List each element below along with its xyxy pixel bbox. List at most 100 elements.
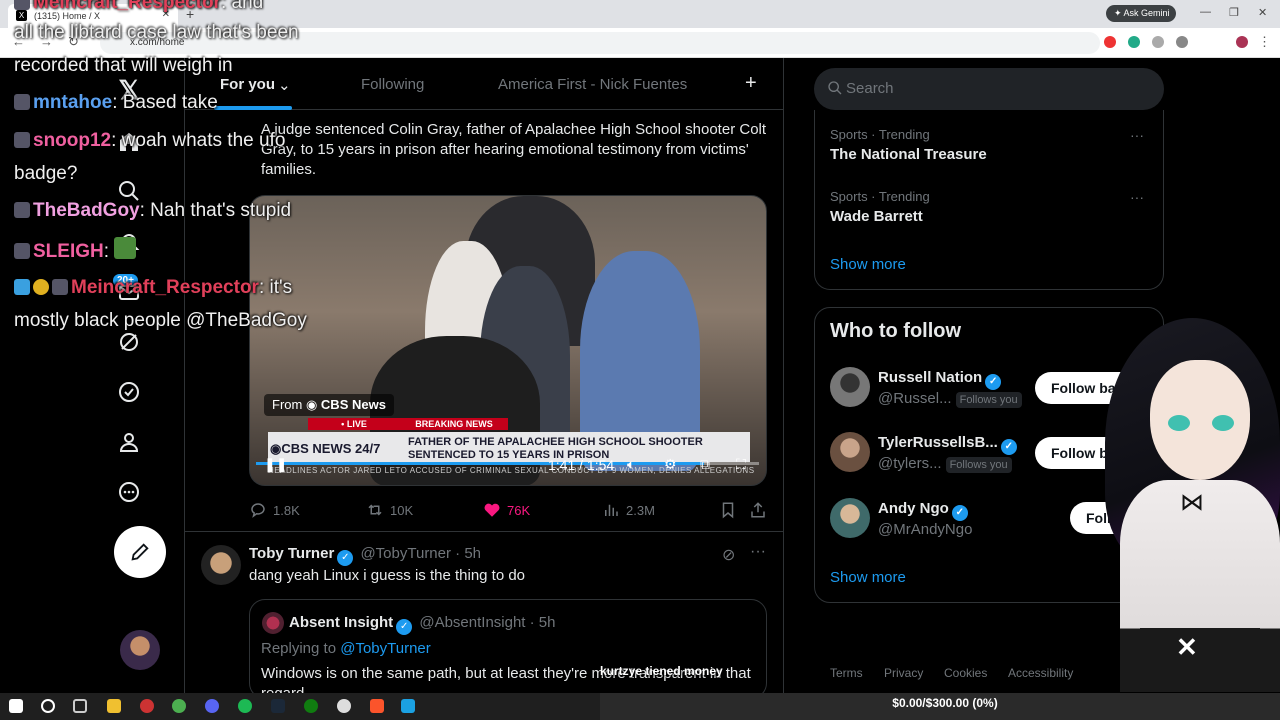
grok-icon[interactable]: ⊘ bbox=[722, 545, 735, 565]
chevron-down-icon[interactable]: ⌄ bbox=[278, 76, 291, 94]
add-tab-icon[interactable]: + bbox=[745, 72, 757, 95]
chat-message: recorded that will weigh in bbox=[14, 55, 233, 76]
footer-privacy-link[interactable]: Privacy bbox=[884, 666, 923, 680]
author-name[interactable]: Toby Turner bbox=[249, 545, 334, 562]
vtuber-eye bbox=[1212, 415, 1234, 431]
heart-icon bbox=[484, 503, 500, 517]
trend-item[interactable]: Wade Barrett bbox=[830, 208, 923, 225]
user-handle: @Russel... Follows you bbox=[878, 390, 1022, 408]
start-menu-icon[interactable] bbox=[9, 699, 23, 713]
user-name[interactable]: Andy Ngo ✓ bbox=[878, 500, 971, 521]
chat-message: SLEIGH: bbox=[14, 237, 139, 263]
bookmark-icon bbox=[722, 502, 734, 519]
show-more-follow-link[interactable]: Show more bbox=[830, 569, 906, 586]
task-view-icon[interactable] bbox=[73, 699, 87, 713]
search-icon[interactable] bbox=[41, 699, 55, 713]
search-input[interactable]: Search bbox=[814, 68, 1164, 110]
like-button[interactable]: 76K bbox=[483, 501, 530, 519]
author-handle[interactable]: @TobyTurner bbox=[360, 545, 451, 562]
repost-button[interactable]: 10K bbox=[366, 501, 413, 519]
app-icon[interactable] bbox=[401, 699, 415, 713]
verified-badge-icon: ✓ bbox=[951, 505, 968, 521]
live-label: • LIVE bbox=[308, 418, 400, 430]
chat-message: snoop12: woah whats the ufo bbox=[14, 130, 285, 152]
window-close-icon[interactable]: ✕ bbox=[1258, 6, 1267, 19]
chat-message: Meincraft_Respector: and bbox=[14, 0, 263, 14]
file-explorer-icon[interactable] bbox=[107, 699, 121, 713]
fullscreen-icon[interactable]: ⛶ bbox=[736, 456, 746, 473]
user-avatar[interactable] bbox=[830, 367, 870, 407]
steam-icon[interactable] bbox=[271, 699, 285, 713]
volume-icon[interactable]: 🔈︎ bbox=[627, 456, 635, 473]
spotify-icon[interactable] bbox=[238, 699, 252, 713]
views-chart-icon bbox=[605, 504, 618, 516]
reply-icon bbox=[251, 503, 265, 518]
verified-badge-icon: ✓ bbox=[337, 550, 354, 566]
repost-icon bbox=[368, 504, 382, 516]
profile-avatar-icon[interactable] bbox=[1236, 36, 1248, 48]
share-button[interactable] bbox=[749, 501, 767, 519]
chat-message: TheBadGoy: Nah that's stupid bbox=[14, 200, 291, 222]
brave-icon[interactable] bbox=[370, 699, 384, 713]
minimize-icon[interactable]: — bbox=[1200, 6, 1211, 18]
more-options-icon[interactable]: ··· bbox=[750, 543, 766, 561]
breaking-news-label: BREAKING NEWS bbox=[400, 418, 508, 430]
news-ticker: HEADLINES ACTOR JARED LETO ACCUSED OF CR… bbox=[268, 466, 755, 475]
tweet-author-avatar[interactable] bbox=[201, 545, 241, 585]
menu-icon[interactable]: ⋮ bbox=[1258, 34, 1271, 50]
tweet-text: A judge sentenced Colin Gray, father of … bbox=[261, 121, 767, 178]
chat-message: Meincraft_Respector: it's bbox=[14, 277, 292, 299]
trend-item[interactable]: The National Treasure bbox=[830, 146, 987, 163]
verified-badge-icon: ✓ bbox=[1000, 439, 1017, 455]
account-avatar[interactable] bbox=[120, 630, 160, 670]
ask-gemini-button[interactable]: ✦ Ask Gemini bbox=[1106, 5, 1176, 22]
chat-message: all the libtard case law that's been bbox=[14, 22, 299, 43]
extensions-puzzle-icon[interactable] bbox=[1176, 36, 1188, 48]
more-icon[interactable] bbox=[115, 478, 143, 506]
app-icon[interactable] bbox=[140, 699, 154, 713]
verified-icon[interactable] bbox=[115, 378, 143, 406]
picture-in-picture-icon[interactable]: ⧉ bbox=[700, 456, 710, 473]
post-compose-button[interactable] bbox=[114, 526, 166, 578]
verified-badge-icon: ✓ bbox=[985, 374, 1002, 390]
user-avatar[interactable] bbox=[830, 432, 870, 472]
trend-category: Sports · Trending bbox=[830, 127, 930, 142]
tab-list[interactable]: America First - Nick Fuentes bbox=[498, 76, 687, 93]
vtuber-avatar-face bbox=[1150, 360, 1250, 480]
user-name[interactable]: TylerRussellsB... ✓ bbox=[878, 434, 1020, 455]
reply-button[interactable]: 1.8K bbox=[249, 501, 300, 519]
footer-terms-link[interactable]: Terms bbox=[830, 666, 863, 680]
chat-message: mntahoe: Based take bbox=[14, 92, 218, 114]
user-avatar[interactable] bbox=[830, 498, 870, 538]
extension-icon[interactable] bbox=[1104, 36, 1116, 48]
extension-icon[interactable] bbox=[1152, 36, 1164, 48]
views-button[interactable]: 2.3M bbox=[602, 501, 655, 519]
tab-for-you[interactable]: For you bbox=[220, 76, 275, 93]
pause-icon[interactable]: ❚❚ bbox=[264, 456, 287, 473]
bookmark-button[interactable] bbox=[719, 501, 737, 519]
quoted-tweet-header: Absent Insight ✓ @AbsentInsight · 5h bbox=[289, 614, 556, 635]
vtuber-x-emblem: ✕ bbox=[1176, 632, 1198, 662]
tweet-time[interactable]: · 5h bbox=[455, 545, 481, 562]
footer-cookies-link[interactable]: Cookies bbox=[944, 666, 987, 680]
chrome-icon[interactable] bbox=[172, 699, 186, 713]
trend-more-icon[interactable]: ··· bbox=[1130, 127, 1144, 143]
grok-icon[interactable] bbox=[115, 328, 143, 356]
tab-following[interactable]: Following bbox=[361, 76, 424, 93]
vtuber-eye bbox=[1168, 415, 1190, 431]
user-name[interactable]: Russell Nation ✓ bbox=[878, 369, 1004, 390]
trend-more-icon[interactable]: ··· bbox=[1130, 189, 1144, 205]
settings-gear-icon[interactable]: ⚙︎ bbox=[664, 456, 677, 473]
tweet-divider bbox=[185, 531, 783, 532]
footer-accessibility-link[interactable]: Accessibility bbox=[1008, 666, 1073, 680]
video-progress-bar[interactable] bbox=[256, 462, 759, 465]
video-source-tag[interactable]: From ◉ CBS News bbox=[264, 394, 394, 416]
profile-icon[interactable] bbox=[115, 428, 143, 456]
donation-goal-bar: $0.00/$300.00 (0%) bbox=[600, 693, 1280, 720]
xbox-icon[interactable] bbox=[304, 699, 318, 713]
discord-icon[interactable] bbox=[205, 699, 219, 713]
extension-icon[interactable] bbox=[1128, 36, 1140, 48]
app-icon[interactable] bbox=[337, 699, 351, 713]
show-more-trends-link[interactable]: Show more bbox=[830, 256, 906, 273]
restore-icon[interactable]: ❐ bbox=[1229, 6, 1239, 19]
